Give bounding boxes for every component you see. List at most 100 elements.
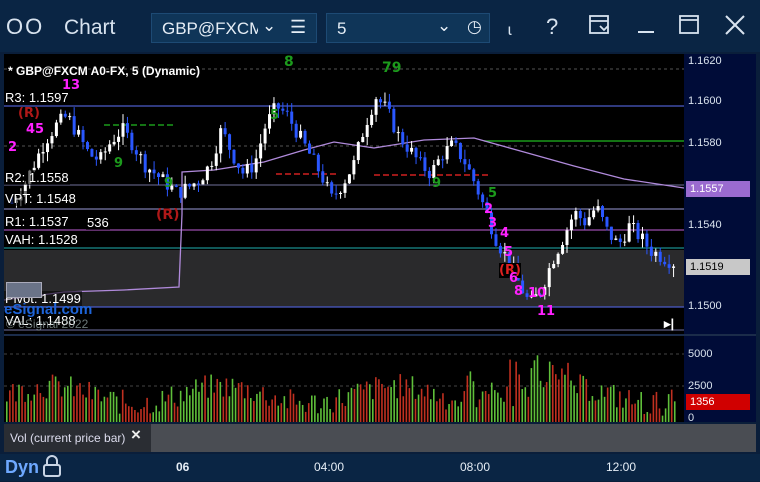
volume-pane[interactable] — [4, 336, 684, 422]
chevron-down-icon[interactable]: ⌄ — [262, 16, 276, 36]
candle-body — [472, 169, 476, 182]
volume-bar — [67, 385, 69, 422]
candle-body — [321, 171, 325, 183]
volume-bar — [658, 408, 661, 422]
study-button[interactable] — [6, 282, 42, 298]
volume-bar — [109, 391, 112, 422]
volume-bar — [70, 376, 72, 422]
candle-body — [143, 154, 147, 173]
count-marker: 13 — [62, 78, 81, 93]
volume-bar — [378, 379, 380, 422]
candle-body — [663, 261, 667, 265]
volume-bar — [100, 401, 103, 422]
close-icon[interactable] — [724, 14, 746, 42]
candle-body — [565, 230, 569, 245]
volume-bar — [24, 401, 26, 422]
symbol-value[interactable]: GBP@FXCM — [162, 19, 258, 39]
minimize-icon[interactable] — [636, 14, 656, 42]
candle-chart-svg[interactable] — [4, 54, 684, 334]
help-icon[interactable]: ? — [546, 14, 558, 40]
candle-body — [236, 163, 240, 168]
vwap-price-badge: 1.1557 — [686, 181, 750, 197]
time-tick: 08:00 — [460, 460, 491, 474]
clock-icon[interactable]: ◷ — [467, 17, 482, 37]
volume-study-tab[interactable]: Vol (current price bar) × — [4, 424, 151, 452]
price-tick: 1.1600 — [688, 95, 722, 107]
volume-bar — [36, 384, 39, 422]
r2-label: R2: 1.1558 — [4, 170, 70, 185]
volume-bar — [283, 396, 286, 422]
volume-tick: 0 — [688, 412, 695, 424]
candle-body — [587, 217, 591, 226]
price-chart[interactable]: * GBP@FXCM A0-FX, 5 (Dynamic) R3: 1.1597… — [4, 54, 684, 334]
volume-bar — [164, 401, 167, 422]
candle-body — [214, 153, 218, 166]
volume-bar — [619, 391, 621, 422]
volume-bar — [414, 398, 417, 422]
chevron-down-icon[interactable]: ⌄ — [437, 16, 451, 36]
volume-bar — [317, 413, 319, 422]
interval-value[interactable]: 5 — [337, 19, 346, 39]
volume-bar — [646, 412, 649, 422]
volume-bar — [429, 399, 432, 422]
time-axis[interactable]: Dyn 06 04:00 08:00 12:00 — [0, 454, 760, 481]
candle-body — [41, 152, 45, 154]
maximize-icon[interactable] — [678, 14, 700, 42]
candle-body — [232, 149, 236, 164]
interval-input[interactable]: 5 ⌄ ◷ — [326, 13, 490, 43]
volume-bar — [94, 386, 97, 422]
page-settings-icon[interactable] — [588, 14, 610, 42]
link-icon[interactable]: ɩ — [508, 22, 512, 40]
volume-bar — [15, 401, 17, 422]
volume-bar — [463, 391, 466, 422]
candle-body — [263, 128, 267, 144]
scroll-to-end-icon[interactable]: ▸| — [664, 316, 674, 332]
candle-body — [254, 158, 258, 173]
candle-body — [339, 192, 343, 194]
volume-axis[interactable]: 5000 2500 1356 0 — [684, 336, 756, 424]
volume-bar — [347, 392, 350, 422]
volume-bar — [551, 365, 554, 422]
volume-bar — [195, 379, 197, 422]
volume-bar — [353, 388, 356, 422]
volume-bar — [518, 374, 520, 422]
volume-bar — [555, 374, 557, 422]
candle-body — [458, 142, 462, 160]
close-study-icon[interactable]: × — [131, 425, 141, 445]
candle-body — [605, 217, 609, 227]
candle-body — [654, 251, 658, 256]
volume-bar — [503, 401, 505, 422]
volume-bar — [234, 387, 237, 422]
volume-bar — [332, 412, 334, 422]
candle-body — [112, 141, 116, 145]
symbol-list-icon[interactable]: ☰ — [290, 17, 306, 38]
volume-bar — [225, 378, 228, 422]
volume-bar — [176, 406, 179, 422]
volume-chart-svg — [4, 353, 684, 422]
dynamic-mode-button[interactable]: Dyn — [5, 457, 39, 478]
volume-bar — [338, 389, 341, 422]
volume-bar — [487, 394, 490, 422]
candle-body — [188, 183, 192, 187]
volume-bar — [509, 359, 511, 422]
candle-body — [134, 150, 138, 155]
volume-bar — [63, 387, 66, 422]
volume-bar — [500, 397, 502, 422]
volume-bar — [442, 393, 444, 422]
volume-bar — [189, 395, 191, 422]
volume-bar — [652, 395, 655, 422]
volume-bar — [481, 391, 484, 422]
volume-bar — [204, 375, 206, 422]
candle-body — [583, 218, 587, 226]
volume-bar — [536, 355, 539, 422]
volume-bar — [368, 384, 371, 422]
volume-bar — [527, 396, 530, 422]
volume-bar — [295, 404, 298, 422]
lock-icon[interactable] — [42, 455, 62, 477]
volume-bar — [140, 409, 142, 422]
price-axis[interactable]: 1.1620 1.1600 1.1580 1.1557 1.1540 1.151… — [684, 54, 756, 334]
volume-bar — [259, 391, 261, 422]
last-price-badge: 1.1519 — [686, 259, 750, 275]
volume-bar — [277, 405, 280, 422]
symbol-input[interactable]: GBP@FXCM ⌄ ☰ — [151, 13, 317, 43]
